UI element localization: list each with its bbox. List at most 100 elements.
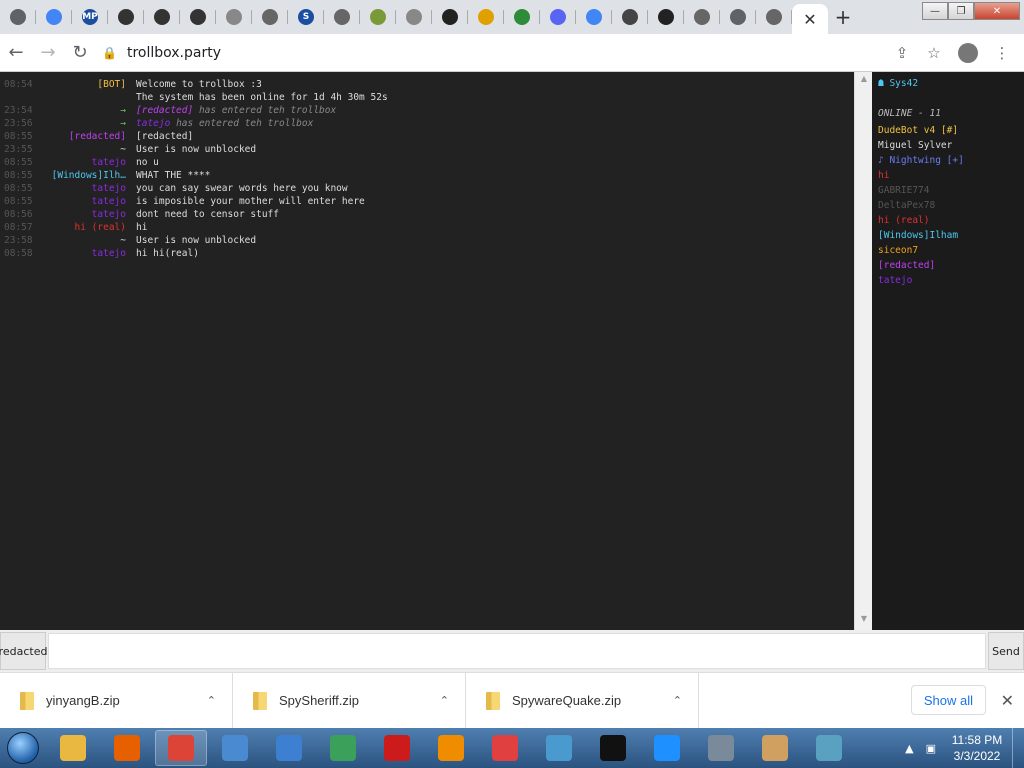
browser-tab[interactable] [540, 0, 576, 34]
browser-tab[interactable] [108, 0, 144, 34]
reload-button[interactable]: ↻ [64, 37, 96, 69]
chevron-up-icon[interactable]: ⌃ [207, 694, 216, 707]
browser-tab[interactable] [504, 0, 540, 34]
menu-icon[interactable]: ⋮ [986, 37, 1018, 69]
share-icon[interactable]: ⇪ [886, 37, 918, 69]
taskbar-app[interactable] [533, 730, 585, 766]
message-nick[interactable]: tatejo [40, 195, 126, 208]
message-text: [redacted] has entered teh trollbox [136, 104, 336, 117]
online-user[interactable]: hi [878, 168, 1024, 183]
tab-close-icon[interactable]: ✕ [803, 10, 816, 29]
show-desktop-button[interactable] [1012, 728, 1024, 768]
taskbar-app[interactable] [425, 730, 477, 766]
chat-scrollbar[interactable]: ▲ ▼ [854, 72, 872, 630]
message-nick[interactable]: ~ [40, 234, 126, 247]
taskbar-app[interactable] [209, 730, 261, 766]
browser-tab[interactable] [720, 0, 756, 34]
browser-tab[interactable] [684, 0, 720, 34]
close-window-button[interactable]: ✕ [974, 2, 1020, 20]
message-nick[interactable] [40, 91, 126, 104]
browser-tab[interactable] [252, 0, 288, 34]
message-nick[interactable]: tatejo [40, 247, 126, 260]
forward-button[interactable]: → [32, 37, 64, 69]
chat-input[interactable] [48, 633, 986, 669]
taskbar-app[interactable] [317, 730, 369, 766]
maximize-button[interactable]: ❐ [948, 2, 974, 20]
browser-tab[interactable] [180, 0, 216, 34]
online-user[interactable]: [Windows]Ilham [878, 228, 1024, 243]
bookmark-star-icon[interactable]: ☆ [918, 37, 950, 69]
message-nick[interactable]: ~ [40, 143, 126, 156]
taskbar-app[interactable] [155, 730, 207, 766]
taskbar-app[interactable] [749, 730, 801, 766]
close-download-bar-icon[interactable]: ✕ [1001, 691, 1014, 710]
browser-tab[interactable] [432, 0, 468, 34]
browser-tab[interactable]: MP [72, 0, 108, 34]
browser-tab[interactable] [36, 0, 72, 34]
chevron-up-icon[interactable]: ⌃ [440, 694, 449, 707]
new-tab-button[interactable]: + [828, 0, 858, 34]
taskbar-app[interactable] [803, 730, 855, 766]
message-nick[interactable]: hi (real) [40, 221, 126, 234]
message-nick[interactable]: [redacted] [40, 130, 126, 143]
minimize-button[interactable]: — [922, 2, 948, 20]
message-nick[interactable]: [BOT] [40, 78, 126, 91]
taskbar-app[interactable] [695, 730, 747, 766]
online-user[interactable]: ♪ Nightwing [+] [878, 153, 1024, 168]
tray-arrow-icon[interactable]: ▲ [905, 742, 913, 755]
browser-tab[interactable] [396, 0, 432, 34]
message-nick[interactable]: tatejo [40, 156, 126, 169]
address-bar[interactable]: 🔒 trollbox.party [102, 38, 886, 68]
browser-tab[interactable] [144, 0, 180, 34]
message-text: The system has been online for 1d 4h 30m… [136, 92, 388, 103]
network-icon[interactable]: ▣ [926, 742, 936, 755]
taskbar-app[interactable] [641, 730, 693, 766]
taskbar-app[interactable] [587, 730, 639, 766]
chevron-up-icon[interactable]: ⌃ [673, 694, 682, 707]
taskbar-app[interactable] [101, 730, 153, 766]
back-button[interactable]: ← [0, 37, 32, 69]
tab-active[interactable]: ✕ [792, 4, 828, 34]
message-nick[interactable]: tatejo [40, 182, 126, 195]
send-button[interactable]: Send [988, 632, 1024, 670]
github-icon [658, 9, 674, 25]
browser-tab[interactable] [468, 0, 504, 34]
online-user[interactable]: [redacted] [878, 258, 1024, 273]
browser-tab[interactable] [576, 0, 612, 34]
online-user[interactable]: tatejo [878, 273, 1024, 288]
browser-tab[interactable] [324, 0, 360, 34]
start-button[interactable] [0, 728, 46, 768]
download-item[interactable]: SpySheriff.zip ⌃ [233, 672, 466, 729]
taskbar-app[interactable] [479, 730, 531, 766]
clock[interactable]: 11:58 PM 3/3/2022 [942, 732, 1012, 764]
show-all-button[interactable]: Show all [910, 685, 986, 715]
profile-avatar[interactable] [958, 42, 978, 63]
browser-tab[interactable] [216, 0, 252, 34]
online-user[interactable]: DeltaPex78 [878, 198, 1024, 213]
taskbar-app[interactable] [263, 730, 315, 766]
browser-tab[interactable] [0, 0, 36, 34]
taskbar-app[interactable] [47, 730, 99, 766]
nickname-button[interactable]: [redacted] [0, 632, 52, 670]
browser-tab[interactable] [360, 0, 396, 34]
online-user[interactable]: DudeBot v4 [#] [878, 123, 1024, 138]
taskbar-app[interactable] [371, 730, 423, 766]
download-item[interactable]: yinyangB.zip ⌃ [0, 672, 233, 729]
browser-tab[interactable] [756, 0, 792, 34]
online-user[interactable]: hi (real) [878, 213, 1024, 228]
message-nick[interactable]: → [40, 104, 126, 117]
browser-tab[interactable] [612, 0, 648, 34]
online-user[interactable]: Miguel Sylver [878, 138, 1024, 153]
browser-tab[interactable] [648, 0, 684, 34]
online-user[interactable]: GABRIE774 [878, 183, 1024, 198]
scroll-up-icon[interactable]: ▲ [855, 74, 873, 88]
message-nick[interactable]: [Windows]Ilh… [40, 169, 126, 182]
download-item[interactable]: SpywareQuake.zip ⌃ [466, 672, 699, 729]
message-nick[interactable]: → [40, 117, 126, 130]
online-user[interactable]: siceon7 [878, 243, 1024, 258]
scroll-down-icon[interactable]: ▼ [855, 614, 873, 628]
message-nick[interactable]: tatejo [40, 208, 126, 221]
window-controls: — ❐ ✕ [922, 2, 1020, 20]
browser-tab[interactable]: S [288, 0, 324, 34]
message-text: no u [136, 157, 159, 168]
